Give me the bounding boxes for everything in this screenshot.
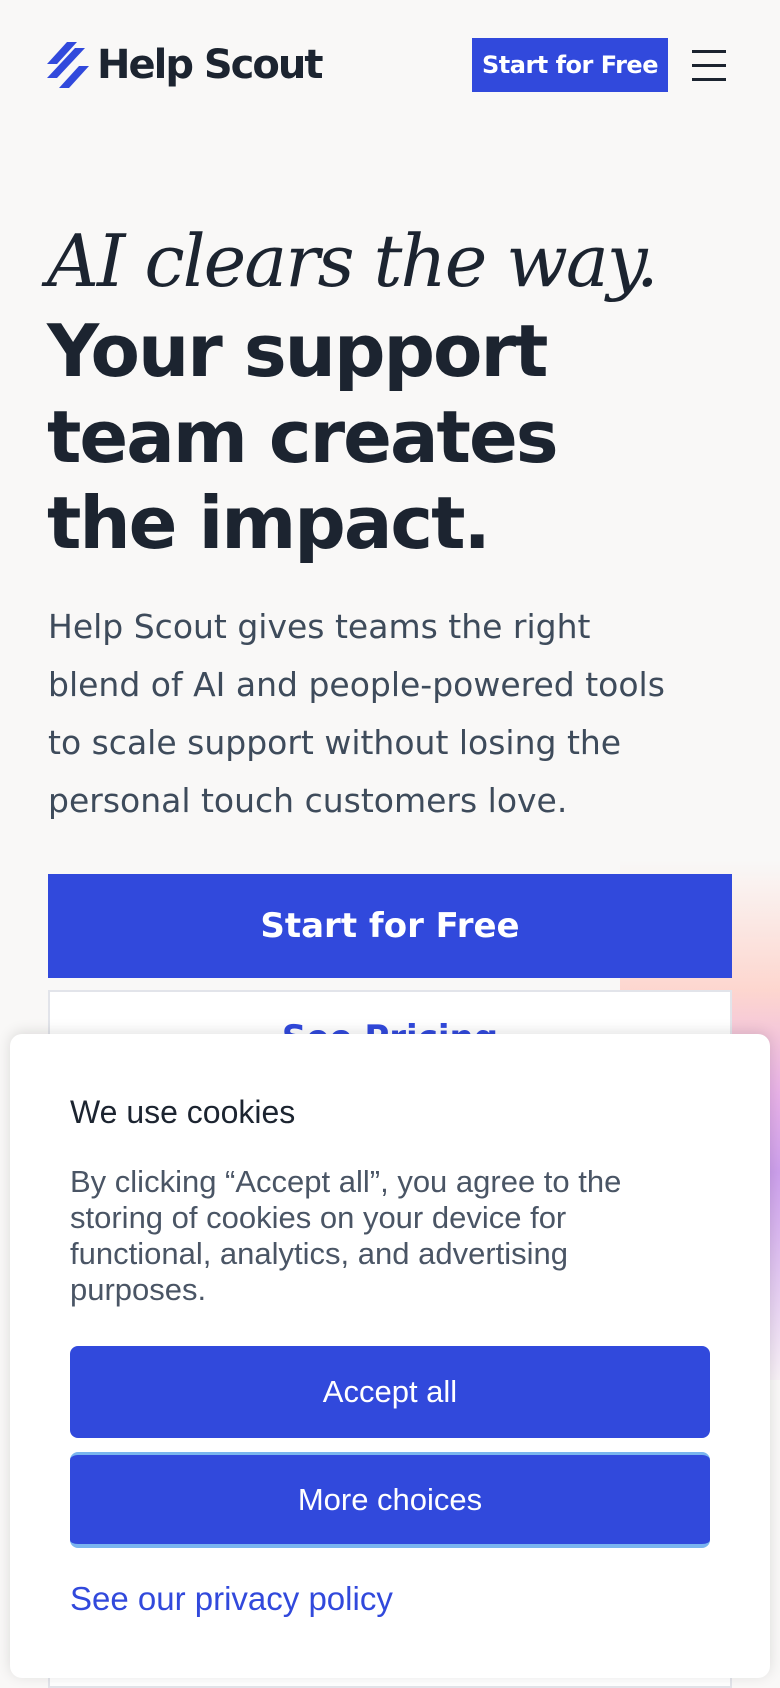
- hero-subtitle: Help Scout gives teams the right blend o…: [48, 607, 665, 820]
- help-scout-logo[interactable]: Help Scout: [47, 40, 323, 90]
- cookie-title: We use cookies: [70, 1094, 296, 1130]
- more-choices-button[interactable]: More choices: [70, 1452, 710, 1548]
- site-header: Help Scout Start for Free: [0, 0, 780, 130]
- logo-wordmark: Help Scout: [97, 42, 323, 88]
- cookie-consent-dialog: We use cookies By clicking “Accept all”,…: [10, 1034, 770, 1678]
- hero-start-free-button[interactable]: Start for Free: [48, 874, 732, 978]
- cookie-description: By clicking “Accept all”, you agree to t…: [70, 1164, 622, 1307]
- privacy-policy-link[interactable]: See our privacy policy: [70, 1580, 393, 1618]
- help-scout-logo-icon: [47, 42, 89, 88]
- hamburger-menu-icon[interactable]: [692, 50, 726, 82]
- hero-tagline: AI clears the way.: [47, 219, 659, 303]
- header-start-free-button[interactable]: Start for Free: [472, 38, 668, 92]
- accept-all-button[interactable]: Accept all: [70, 1346, 710, 1438]
- hero-headline: Your support team creates the impact.: [47, 309, 559, 565]
